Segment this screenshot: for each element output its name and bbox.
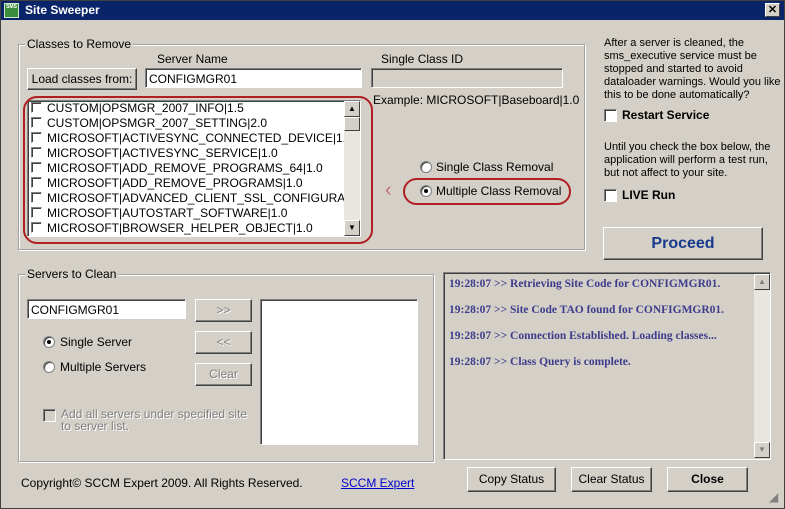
window-close-button[interactable]: ✕	[765, 3, 780, 17]
single-class-id-label: Single Class ID	[381, 52, 464, 66]
highlight-oval-radio	[403, 178, 571, 205]
multiple-servers-label[interactable]: Multiple Servers	[60, 360, 146, 374]
highlight-oval-list	[23, 96, 373, 244]
scroll-up-icon[interactable]: ▲	[754, 274, 770, 290]
live-run-label[interactable]: LIVE Run	[622, 188, 675, 202]
restart-service-checkbox[interactable]	[604, 109, 617, 122]
clear-status-button[interactable]: Clear Status	[571, 467, 652, 492]
server-name-label: Server Name	[157, 52, 228, 66]
arrow-icon: ‹	[385, 179, 392, 201]
add-server-button[interactable]: >>	[195, 299, 252, 322]
add-all-servers-label[interactable]: Add all servers under specified site to …	[61, 408, 251, 432]
live-info-text: Until you check the box below, the appli…	[604, 141, 771, 179]
server-input[interactable]: CONFIGMGR01	[27, 299, 186, 319]
site-sweeper-window: SMS Site Sweeper ✕ Classes to Remove Loa…	[0, 0, 785, 509]
close-button[interactable]: Close	[667, 467, 748, 492]
restart-info-text: After a server is cleaned, the sms_execu…	[604, 37, 781, 101]
server-name-input[interactable]: CONFIGMGR01	[145, 68, 362, 88]
log-line: 19:28:07 >> Retrieving Site Code for CON…	[449, 278, 721, 290]
load-classes-button[interactable]: Load classes from:	[27, 68, 137, 90]
servers-group-legend: Servers to Clean	[25, 267, 119, 281]
log-scrollbar[interactable]: ▲ ▼	[754, 274, 770, 458]
window-title: Site Sweeper	[25, 3, 100, 17]
radio-dot-icon	[47, 340, 51, 344]
resize-grip-icon[interactable]: ◢	[769, 491, 783, 505]
copyright-text: Copyright© SCCM Expert 2009. All Rights …	[21, 476, 303, 490]
scroll-down-icon[interactable]: ▼	[754, 442, 770, 458]
single-class-id-input[interactable]	[371, 68, 563, 88]
restart-service-label[interactable]: Restart Service	[622, 108, 709, 122]
multiple-servers-radio[interactable]	[43, 361, 55, 373]
status-log[interactable]: 19:28:07 >> Retrieving Site Code for CON…	[443, 272, 771, 460]
single-server-label[interactable]: Single Server	[60, 335, 132, 349]
classes-group-legend: Classes to Remove	[25, 37, 134, 51]
example-text: Example: MICROSOFT|Baseboard|1.0	[373, 93, 580, 107]
log-line: 19:28:07 >> Site Code TAO found for CONF…	[449, 304, 725, 316]
live-run-checkbox[interactable]	[604, 189, 617, 202]
single-class-removal-label[interactable]: Single Class Removal	[436, 160, 553, 174]
add-all-servers-checkbox[interactable]	[43, 409, 56, 422]
sccm-expert-link[interactable]: SCCM Expert	[341, 476, 414, 490]
app-icon: SMS	[4, 3, 19, 18]
server-list[interactable]	[260, 299, 418, 445]
clear-servers-button[interactable]: Clear	[195, 363, 252, 386]
single-class-removal-radio[interactable]	[420, 161, 432, 173]
log-line: 19:28:07 >> Class Query is complete.	[449, 356, 631, 368]
remove-server-button[interactable]: <<	[195, 331, 252, 354]
log-line: 19:28:07 >> Connection Established. Load…	[449, 330, 717, 342]
close-icon: ✕	[767, 4, 778, 16]
single-server-radio[interactable]	[43, 336, 55, 348]
proceed-button[interactable]: Proceed	[603, 227, 763, 260]
title-bar[interactable]: SMS Site Sweeper ✕	[1, 1, 784, 20]
copy-status-button[interactable]: Copy Status	[467, 467, 556, 492]
